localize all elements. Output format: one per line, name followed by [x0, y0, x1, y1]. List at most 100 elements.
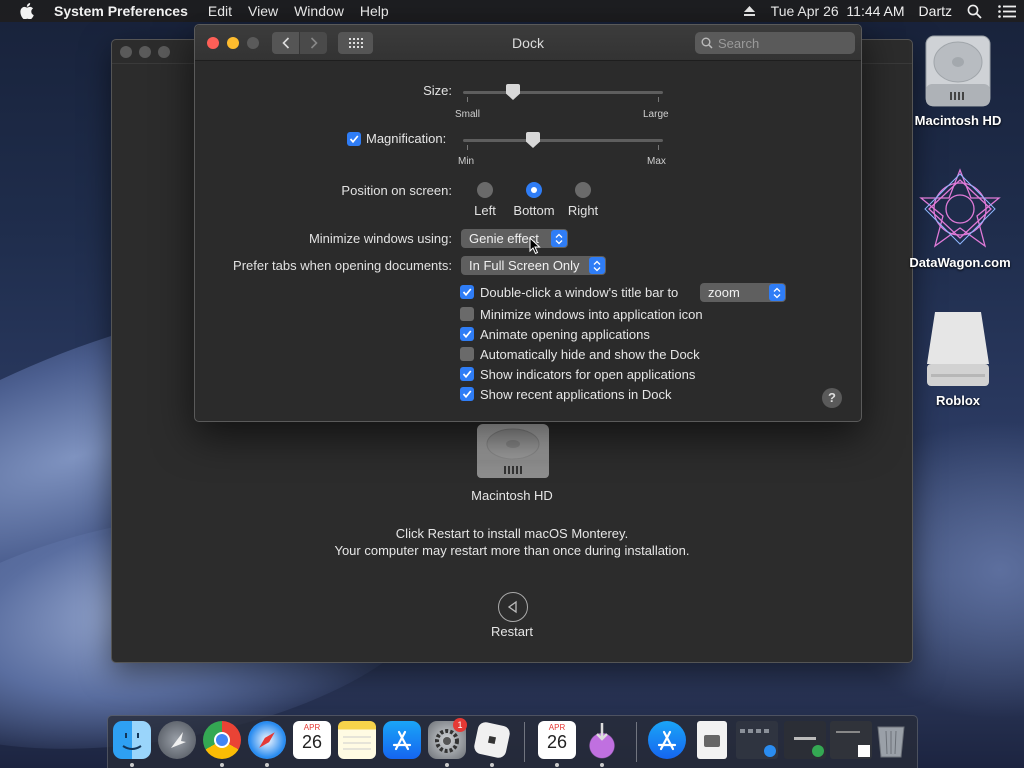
hard-disk-icon [925, 35, 991, 107]
double-click-action-value: zoom [708, 285, 740, 300]
dock-roblox-icon[interactable] [472, 720, 512, 760]
menu-app-name[interactable]: System Preferences [54, 0, 200, 22]
installer-minimize-button[interactable] [139, 45, 151, 58]
installer-close-button[interactable] [120, 45, 132, 58]
installer-message-line2: Your computer may restart more than once… [334, 543, 690, 558]
close-button[interactable] [207, 37, 219, 49]
updown-arrows-icon [551, 230, 567, 247]
size-min-label: Small [455, 109, 481, 120]
magnification-label: Magnification: [366, 131, 447, 146]
double-click-checkbox[interactable]: Double-click a window's title bar to [460, 283, 678, 301]
position-bottom-radio[interactable] [526, 182, 542, 198]
calendar-month: APR [548, 723, 566, 732]
menu-window[interactable]: Window [286, 0, 352, 22]
dock-notes-icon[interactable] [338, 721, 376, 759]
calendar-day: 26 [546, 732, 568, 752]
menu-help[interactable]: Help [352, 0, 397, 22]
double-click-action-popup[interactable]: zoom [700, 283, 786, 302]
eject-icon[interactable] [735, 5, 764, 17]
calendar-day: 26 [301, 732, 323, 752]
window-toolbar: Dock [195, 25, 861, 61]
checkbox-label: Show recent applications in Dock [480, 386, 672, 402]
dock-chrome-window-icon[interactable] [784, 721, 826, 759]
show-recent-apps-checkbox[interactable]: Show recent applications in Dock [460, 385, 672, 403]
checkmark-icon [460, 387, 474, 401]
dock-app-store-icon[interactable] [383, 721, 421, 759]
menu-view[interactable]: View [240, 0, 286, 22]
magnification-slider-track[interactable] [463, 139, 663, 142]
checkbox-label: Show indicators for open applications [480, 366, 696, 382]
magnification-checkbox[interactable]: Magnification: [347, 131, 446, 146]
zoom-button[interactable] [247, 37, 259, 49]
dock-recent-calendar-icon[interactable]: APR 26 [538, 721, 576, 759]
notification-badge: 1 [453, 718, 467, 732]
desktop-icon-roblox[interactable]: Roblox [910, 308, 1006, 408]
magnification-min-label: Min [458, 156, 475, 167]
position-right-label: Right [567, 203, 599, 218]
disk-image-icon [927, 312, 989, 386]
dock-chrome-icon[interactable] [203, 721, 241, 759]
size-slider-track[interactable] [463, 91, 663, 94]
minimize-using-label: Minimize windows using: [308, 231, 452, 246]
back-button[interactable] [272, 32, 299, 54]
search-input[interactable] [718, 35, 843, 51]
menu-bar: System Preferences Edit View Window Help… [0, 0, 1024, 22]
show-all-button[interactable] [338, 32, 373, 54]
menu-user[interactable]: Dartz [912, 0, 959, 22]
prefer-tabs-popup[interactable]: In Full Screen Only [461, 256, 606, 275]
checkmark-icon [460, 285, 474, 299]
dock-trash-icon[interactable] [874, 721, 908, 759]
grid-icon [348, 38, 363, 48]
animate-opening-checkbox[interactable]: Animate opening applications [460, 325, 650, 343]
prefer-tabs-label: Prefer tabs when opening documents: [233, 258, 452, 273]
installer-zoom-button[interactable] [158, 45, 170, 58]
minimize-into-icon-checkbox[interactable]: Minimize windows into application icon [460, 305, 703, 323]
dock-safari-icon[interactable] [248, 721, 286, 759]
dock-downloads-app-store-icon[interactable] [648, 721, 686, 759]
restart-label: Restart [491, 624, 533, 639]
position-label: Position on screen: [341, 183, 452, 198]
spotlight-search-icon[interactable] [959, 4, 990, 19]
dock-calendar-icon[interactable]: APR 26 [293, 721, 331, 759]
minimize-effect-popup[interactable]: Genie effect [461, 229, 568, 248]
magnification-slider-thumb[interactable] [526, 132, 540, 148]
position-left-radio[interactable] [477, 182, 493, 198]
position-right-radio[interactable] [575, 182, 591, 198]
dock-calendar-window-icon[interactable] [830, 721, 872, 759]
desktop-icon-datawagon[interactable]: DataWagon.com [905, 166, 1015, 270]
minimize-button[interactable] [227, 37, 239, 49]
dock-finder-icon[interactable] [113, 721, 151, 759]
updown-arrows-icon [769, 284, 785, 301]
auto-hide-checkbox[interactable]: Automatically hide and show the Dock [460, 345, 700, 363]
calendar-month: APR [303, 723, 321, 732]
dock: APR 26 1 APR 26 [107, 715, 918, 768]
checkmark-icon [347, 131, 361, 146]
search-field[interactable] [695, 32, 855, 54]
installer-message-line1: Click Restart to install macOS Monterey. [395, 526, 629, 541]
apple-menu-icon[interactable] [0, 3, 54, 19]
help-button[interactable]: ? [822, 388, 842, 408]
forward-button[interactable] [300, 32, 327, 54]
dock-document-icon[interactable] [697, 721, 727, 759]
updown-arrows-icon [589, 257, 605, 274]
dock-window-thumbnail-icon[interactable] [736, 721, 778, 759]
chevron-left-icon [281, 37, 289, 49]
prefer-tabs-value: In Full Screen Only [469, 258, 580, 273]
notification-center-icon[interactable] [990, 4, 1024, 18]
menu-clock[interactable]: Tue Apr 26 11:44 AM [764, 0, 912, 22]
show-indicators-checkbox[interactable]: Show indicators for open applications [460, 365, 695, 383]
checkmark-icon [460, 327, 474, 341]
desktop-icon-label: Macintosh HD [914, 113, 1002, 128]
size-max-label: Large [643, 109, 669, 120]
size-slider-thumb[interactable] [506, 84, 520, 100]
desktop-icon-macintosh-hd[interactable]: Macintosh HD [910, 32, 1006, 128]
dock-preferences-window: Dock Size: Small Large Magnification: Mi… [194, 24, 862, 422]
search-icon [701, 37, 713, 49]
checkbox-label: Animate opening applications [480, 326, 650, 342]
dock-installer-icon[interactable] [583, 721, 621, 759]
installer-disk-label: Macintosh HD [471, 488, 553, 503]
mouse-cursor-icon [529, 236, 541, 258]
menu-edit[interactable]: Edit [200, 0, 240, 22]
restart-button[interactable] [498, 592, 528, 622]
dock-launchpad-icon[interactable] [158, 721, 196, 759]
